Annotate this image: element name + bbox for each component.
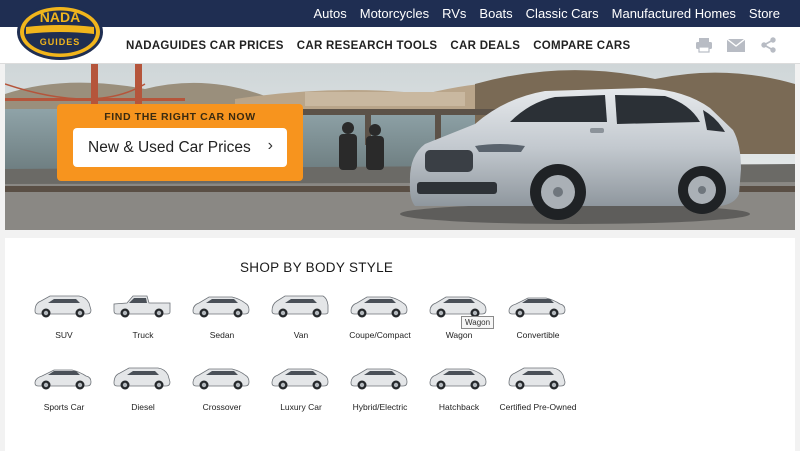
- chevron-right-icon: ›: [267, 137, 273, 154]
- topnav-rvs[interactable]: RVs: [442, 6, 466, 21]
- top-nav: Autos Motorcycles RVs Boats Classic Cars…: [300, 0, 780, 27]
- subnav-compare-cars[interactable]: COMPARE CARS: [533, 40, 630, 52]
- wagon-tooltip: Wagon: [461, 316, 495, 329]
- body-style-6[interactable]: Convertible: [503, 293, 573, 343]
- topnav-manufactured-homes[interactable]: Manufactured Homes: [612, 6, 736, 21]
- subnav-car-prices[interactable]: NADAGUIDES CAR PRICES: [126, 40, 284, 52]
- car-silhouette-icon: [113, 367, 171, 390]
- cta-panel: FIND THE RIGHT CAR NOW New & Used Car Pr…: [57, 104, 303, 181]
- sub-nav: NADAGUIDES CAR PRICES CAR RESEARCH TOOLS…: [126, 27, 644, 64]
- car-silhouette-icon: [350, 368, 408, 390]
- car-silhouette-icon: [271, 295, 329, 318]
- body-style-label: Convertible: [516, 330, 560, 340]
- print-icon[interactable]: [694, 36, 714, 54]
- subnav-car-deals[interactable]: CAR DEALS: [450, 40, 520, 52]
- car-silhouette-icon: [271, 368, 329, 390]
- car-silhouette-icon: [113, 295, 171, 318]
- car-silhouette-icon: [508, 367, 566, 390]
- logo-text-nada: NADA: [40, 9, 80, 25]
- topnav-boats[interactable]: Boats: [479, 6, 512, 21]
- body-style-13[interactable]: Certified Pre-Owned: [499, 365, 577, 415]
- car-silhouette-icon: [192, 368, 250, 390]
- cta-button-label: New & Used Car Prices: [88, 138, 251, 156]
- body-style-label: Certified Pre-Owned: [499, 402, 577, 412]
- email-icon[interactable]: [726, 36, 746, 54]
- top-bar: Autos Motorcycles RVs Boats Classic Cars…: [0, 0, 800, 27]
- subnav-car-research-tools[interactable]: CAR RESEARCH TOOLS: [297, 40, 438, 52]
- page-tools: [682, 36, 778, 54]
- logo-text-guides: GUIDES: [40, 37, 81, 47]
- topnav-motorcycles[interactable]: Motorcycles: [360, 6, 429, 21]
- section-title: SHOP BY BODY STYLE: [240, 260, 394, 275]
- nada-guides-logo[interactable]: NADA GUIDES: [16, 3, 104, 61]
- car-silhouette-icon: [350, 296, 408, 318]
- new-used-car-prices-button[interactable]: New & Used Car Prices ›: [73, 128, 287, 167]
- car-silhouette-icon: [192, 296, 250, 318]
- car-silhouette-icon: [508, 297, 566, 318]
- sub-nav-bar: NADAGUIDES CAR PRICES CAR RESEARCH TOOLS…: [0, 27, 800, 64]
- shop-by-body-style-section: SHOP BY BODY STYLE SUV Truck Sedan Van Coupe…: [5, 238, 795, 451]
- share-icon[interactable]: [758, 36, 778, 54]
- topnav-classic-cars[interactable]: Classic Cars: [526, 6, 599, 21]
- car-silhouette-icon: [34, 369, 92, 390]
- cta-title: FIND THE RIGHT CAR NOW: [104, 111, 256, 123]
- car-silhouette-icon: [34, 295, 92, 318]
- topnav-autos[interactable]: Autos: [313, 6, 346, 21]
- topnav-store[interactable]: Store: [749, 6, 780, 21]
- car-silhouette-icon: [429, 368, 487, 390]
